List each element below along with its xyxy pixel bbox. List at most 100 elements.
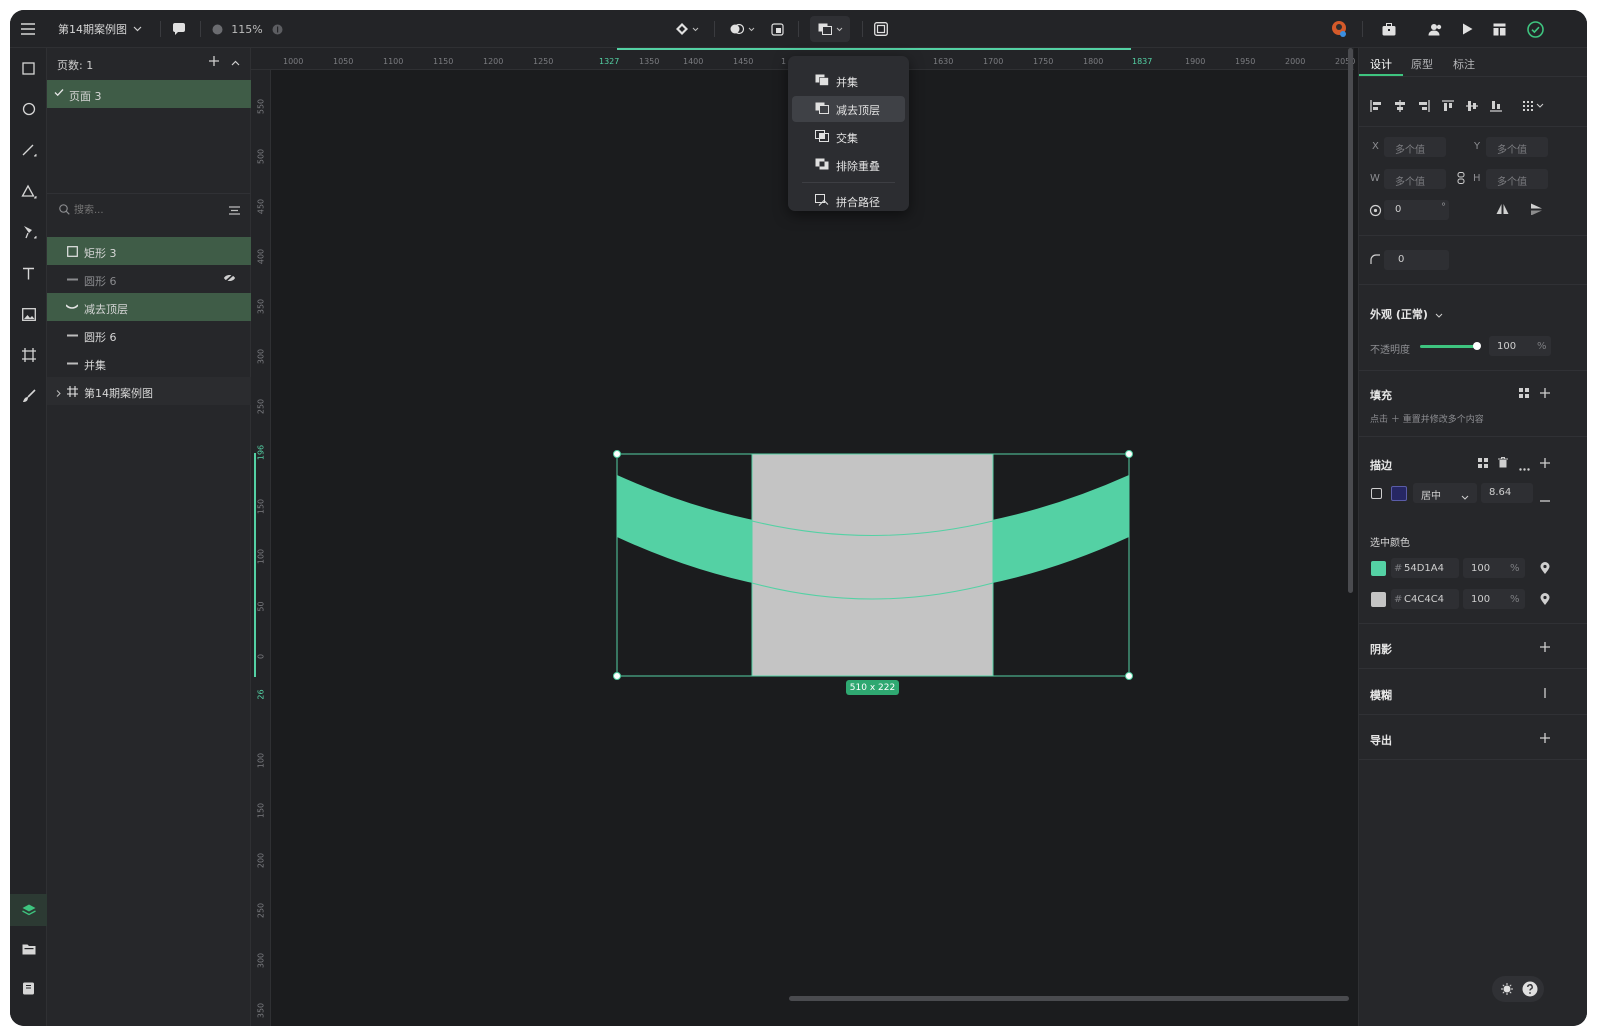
menu-icon[interactable]: [18, 10, 38, 48]
ellipse-layer-icon: [65, 273, 79, 285]
locate-color-icon[interactable]: [1540, 593, 1550, 608]
rectangle-tool[interactable]: [10, 52, 47, 84]
ruler-tick-label: 1: [781, 57, 787, 66]
vertical-scrollbar[interactable]: [1348, 48, 1353, 593]
align-right-icon[interactable]: [1418, 100, 1430, 115]
filter-icon[interactable]: [229, 205, 240, 218]
stroke-color-swatch[interactable]: [1391, 486, 1407, 501]
lock-ratio-icon[interactable]: [1457, 172, 1465, 187]
layer-label: 并集: [84, 359, 106, 372]
menu-item-intersect[interactable]: 交集: [792, 124, 905, 150]
menu-item-union[interactable]: 并集: [792, 68, 905, 94]
info-icon[interactable]: [270, 10, 284, 48]
hash-symbol: #: [1394, 563, 1403, 574]
add-stroke-button[interactable]: [1540, 458, 1550, 471]
menu-item-label: 减去顶层: [836, 104, 880, 117]
remove-stroke-button[interactable]: [1540, 492, 1550, 505]
pen-tool[interactable]: [10, 216, 47, 248]
layer-row[interactable]: 并集: [47, 349, 251, 377]
line-tool[interactable]: [10, 134, 47, 166]
frame-tool[interactable]: [10, 339, 47, 371]
library-panel-tab[interactable]: [10, 972, 47, 1004]
comment-icon[interactable]: [170, 10, 188, 48]
layer-row[interactable]: 减去顶层: [47, 293, 251, 321]
menu-item-exclude[interactable]: 排除重叠: [792, 152, 905, 178]
selection-size-badge: 510 x 222: [846, 680, 899, 695]
add-page-button[interactable]: [209, 54, 219, 70]
percent-unit: %: [1537, 341, 1547, 352]
bug-report-icon[interactable]: [1501, 983, 1513, 998]
more-icon[interactable]: [1519, 461, 1530, 474]
ruler-tick-label: 400: [256, 248, 266, 265]
layer-search-input[interactable]: [74, 202, 214, 218]
trash-icon[interactable]: [1498, 457, 1508, 471]
align-left-icon[interactable]: [1370, 100, 1382, 115]
layers-panel-tab[interactable]: [10, 894, 47, 926]
opacity-slider[interactable]: [1420, 345, 1478, 348]
add-export-button[interactable]: [1540, 733, 1550, 746]
diamond-icon: [675, 23, 688, 35]
h-value: 多个值: [1497, 177, 1527, 188]
component-tool-button[interactable]: [670, 10, 704, 48]
tab-design[interactable]: 设计: [1370, 56, 1392, 72]
mask-tool-button[interactable]: [725, 10, 759, 48]
add-blur-button[interactable]: [1540, 688, 1550, 701]
opacity-slider-thumb[interactable]: [1473, 342, 1481, 350]
eye-hidden-icon[interactable]: [223, 273, 236, 286]
stroke-title: 描边: [1370, 459, 1392, 472]
image-tool[interactable]: [10, 298, 47, 330]
align-center-vertical-icon[interactable]: [1466, 100, 1478, 115]
appearance-title[interactable]: 外观 (正常): [1370, 306, 1443, 322]
avatar[interactable]: [1328, 10, 1350, 48]
flip-horizontal-icon[interactable]: [1496, 203, 1509, 218]
page-item[interactable]: 页面 3: [47, 80, 251, 108]
frame-icon[interactable]: [872, 10, 890, 48]
boolean-operations-button[interactable]: [810, 16, 850, 42]
file-name-dropdown[interactable]: 第14期案例图: [58, 10, 150, 48]
style-grid-icon[interactable]: [1519, 388, 1529, 401]
corner-radius-field[interactable]: [1384, 250, 1449, 270]
color-swatch[interactable]: [1371, 592, 1386, 607]
distribute-dropdown[interactable]: [1523, 100, 1545, 115]
share-users-icon[interactable]: [1426, 10, 1444, 48]
tab-prototype[interactable]: 原型: [1411, 56, 1433, 72]
align-top-icon[interactable]: [1442, 100, 1454, 115]
align-bottom-icon[interactable]: [1490, 100, 1502, 115]
add-shadow-button[interactable]: [1540, 642, 1550, 655]
brush-tool[interactable]: [10, 380, 47, 412]
rotation-field[interactable]: [1384, 200, 1449, 220]
layout-panel-icon[interactable]: [1490, 10, 1508, 48]
x-label: X: [1372, 141, 1379, 152]
add-fill-button[interactable]: [1540, 388, 1550, 401]
style-grid-icon[interactable]: [1478, 458, 1488, 471]
component-swap-icon[interactable]: [768, 10, 786, 48]
menu-item-flatten[interactable]: 拼合路径: [792, 188, 905, 214]
ruler-tick-label: 26: [256, 689, 266, 700]
layer-label: 减去顶层: [84, 303, 128, 316]
align-center-horizontal-icon[interactable]: [1394, 100, 1406, 115]
chevron-right-icon[interactable]: [56, 387, 61, 400]
polygon-tool[interactable]: [10, 175, 47, 207]
text-tool[interactable]: [10, 257, 47, 289]
flip-vertical-icon[interactable]: [1530, 203, 1543, 218]
horizontal-scrollbar[interactable]: [789, 996, 1349, 1001]
locate-color-icon[interactable]: [1540, 562, 1550, 577]
tab-annotation[interactable]: 标注: [1453, 56, 1475, 72]
layer-row[interactable]: 矩形 3: [47, 237, 251, 265]
menu-item-subtract[interactable]: 减去顶层: [792, 96, 905, 122]
layer-row[interactable]: 圆形 6: [47, 265, 251, 293]
layer-row[interactable]: 第14期案例图: [47, 377, 251, 405]
ellipse-tool[interactable]: [10, 93, 47, 125]
ruler-tick-label: 350: [256, 298, 266, 315]
collapse-pages-button[interactable]: [231, 56, 240, 69]
color-swatch[interactable]: [1371, 561, 1386, 576]
toolbox-icon[interactable]: [1380, 10, 1398, 48]
layer-row[interactable]: 圆形 6: [47, 321, 251, 349]
play-icon[interactable]: [1458, 10, 1476, 48]
assets-panel-tab[interactable]: [10, 933, 47, 965]
ruler-tick-label: 350: [256, 1002, 266, 1019]
layer-label: 圆形 6: [84, 275, 117, 288]
stroke-checkbox[interactable]: [1371, 488, 1382, 499]
zoom-level[interactable]: 115%: [231, 10, 262, 48]
help-icon[interactable]: [1522, 981, 1538, 1000]
